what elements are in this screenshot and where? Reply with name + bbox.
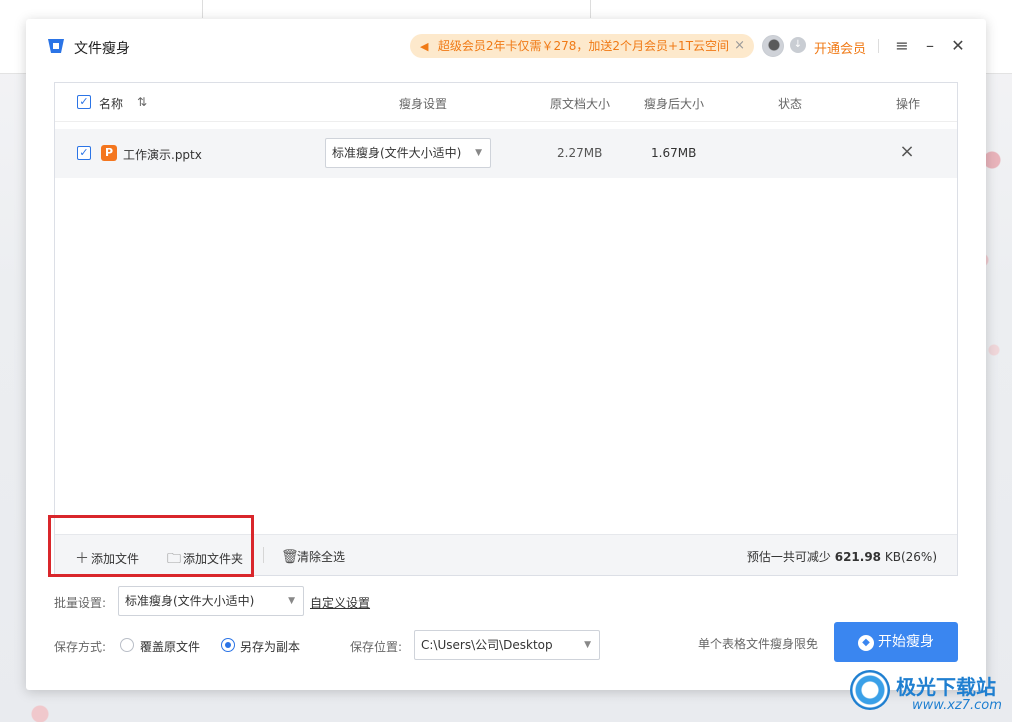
save-copy-label[interactable]: 另存为副本 <box>240 638 300 655</box>
background-decoration <box>0 700 60 722</box>
chevron-down-icon: ▼ <box>475 148 482 158</box>
pptx-file-icon: P <box>101 145 117 161</box>
close-icon[interactable]: ✕ <box>948 35 968 57</box>
clear-all-button[interactable]: 🗑清除全选 <box>281 548 345 565</box>
overwrite-label[interactable]: 覆盖原文件 <box>140 638 200 655</box>
start-slim-button[interactable]: ◆ 开始瘦身 <box>834 622 958 662</box>
free-note: 单个表格文件瘦身限免 <box>698 637 819 651</box>
header-after-size: 瘦身后大小 <box>644 97 705 111</box>
background-divider <box>590 0 591 18</box>
toolbar-divider <box>263 547 264 563</box>
header-status: 状态 <box>778 97 803 111</box>
estimate-value: 621.98 <box>834 550 882 564</box>
sort-icon[interactable]: ⇅ <box>137 95 147 109</box>
row-setting-select[interactable]: 标准瘦身(文件大小适中) ▼ <box>325 138 491 168</box>
watermark-text: 极光下载站 <box>896 675 996 699</box>
title-bar: 文件瘦身 ◀ 超级会员2年卡仅需￥278，加送2个月会员+1T云空间 × ↓ 开… <box>26 19 986 73</box>
header-setting: 瘦身设置 <box>399 97 448 111</box>
start-slim-label: 开始瘦身 <box>878 634 934 650</box>
batch-setting-value: 标准瘦身(文件大小适中) <box>125 594 255 608</box>
delete-row-icon[interactable]: × <box>897 141 917 163</box>
app-logo-icon <box>48 39 64 53</box>
plus-icon: ＋ <box>75 551 89 567</box>
header-original-size: 原文档大小 <box>550 97 611 111</box>
file-slim-dialog: 文件瘦身 ◀ 超级会员2年卡仅需￥278，加送2个月会员+1T云空间 × ↓ 开… <box>26 19 986 690</box>
background-divider <box>202 0 203 18</box>
slim-icon: ◆ <box>858 635 874 651</box>
add-folder-label: 添加文件夹 <box>183 552 244 566</box>
add-file-button[interactable]: ＋添加文件 <box>75 548 139 568</box>
speaker-icon: ◀ <box>420 40 429 53</box>
user-avatar[interactable] <box>762 35 784 57</box>
file-name: 工作演示.pptx <box>123 148 202 162</box>
batch-setting-select[interactable]: 标准瘦身(文件大小适中) ▼ <box>118 586 304 616</box>
site-watermark: 极光下载站 www.xz7.com <box>850 668 1010 718</box>
watermark-url: www.xz7.com <box>912 698 1002 713</box>
custom-settings-link[interactable]: 自定义设置 <box>310 594 370 611</box>
app-title: 文件瘦身 <box>74 41 130 57</box>
row-setting-value: 标准瘦身(文件大小适中) <box>332 146 462 160</box>
menu-icon[interactable]: ≡ <box>892 35 912 57</box>
minimize-icon[interactable]: – <box>920 35 940 57</box>
select-all-checkbox[interactable]: ✓ <box>77 95 91 109</box>
add-file-label: 添加文件 <box>91 552 140 566</box>
titlebar-divider <box>878 39 879 53</box>
add-folder-button[interactable]: 🗀 添加文件夹 <box>167 548 243 572</box>
batch-label: 批量设置: <box>54 596 107 610</box>
table-header: ✓ 名称 ⇅ 瘦身设置 原文档大小 瘦身后大小 状态 操作 <box>55 83 957 122</box>
after-size: 1.67MB <box>651 146 697 160</box>
save-location-select[interactable]: C:\Users\公司\Desktop ▼ <box>414 630 600 660</box>
header-name: 名称 <box>99 97 124 111</box>
watermark-logo-icon <box>850 670 890 710</box>
list-toolbar: ＋添加文件 🗀 添加文件夹 🗑清除全选 预估一共可减少 621.98 KB(26%… <box>55 534 957 575</box>
trash-icon: 🗑 <box>281 549 299 565</box>
original-size: 2.27MB <box>557 146 603 160</box>
open-vip-button[interactable]: 开通会员 <box>814 38 866 57</box>
chevron-down-icon: ▼ <box>288 596 295 606</box>
file-list-panel: ✓ 名称 ⇅ 瘦身设置 原文档大小 瘦身后大小 状态 操作 ✓ P 工作演示.p… <box>54 82 958 576</box>
promo-banner[interactable]: ◀ 超级会员2年卡仅需￥278，加送2个月会员+1T云空间 × <box>410 34 754 58</box>
save-location-value: C:\Users\公司\Desktop <box>421 638 553 652</box>
folder-add-icon: 🗀 <box>167 551 181 567</box>
promo-close-icon[interactable]: × <box>734 34 745 58</box>
save-mode-label: 保存方式: <box>54 640 107 654</box>
table-row[interactable]: ✓ P 工作演示.pptx 标准瘦身(文件大小适中) ▼ 2.27MB 1.67… <box>55 129 957 178</box>
clear-all-label: 清除全选 <box>297 550 346 564</box>
save-location-label: 保存位置: <box>350 640 403 654</box>
chevron-down-icon: ▼ <box>584 640 591 650</box>
save-copy-radio[interactable] <box>221 638 235 652</box>
vip-icon: ↓ <box>790 37 806 53</box>
row-checkbox[interactable]: ✓ <box>77 146 91 160</box>
estimate-text: 预估一共可减少 621.98 KB(26%) <box>746 550 937 564</box>
header-action: 操作 <box>896 97 921 111</box>
promo-text: 超级会员2年卡仅需￥278，加送2个月会员+1T云空间 <box>437 39 730 53</box>
overwrite-radio[interactable] <box>120 638 134 652</box>
